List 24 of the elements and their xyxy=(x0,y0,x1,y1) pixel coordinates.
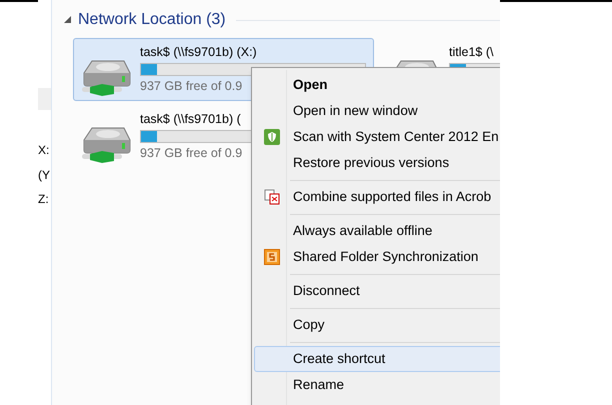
menu-item[interactable]: Copy xyxy=(254,312,500,338)
shield-icon xyxy=(264,129,280,145)
pdf-combine-icon xyxy=(264,189,280,205)
menu-item[interactable]: Scan with System Center 2012 En xyxy=(254,124,500,150)
menu-item[interactable]: Disconnect xyxy=(254,278,500,304)
menu-item[interactable]: Open in new window xyxy=(254,98,500,124)
drive-name: title1$ (\ xyxy=(449,44,494,61)
nav-item[interactable]: X: xyxy=(38,140,50,160)
group-header[interactable]: Network Location (3) xyxy=(78,8,226,32)
drive-name: task$ (\\fs9701b) ( xyxy=(140,111,241,128)
border-line xyxy=(0,0,38,2)
menu-item[interactable]: Create shortcut xyxy=(254,346,500,372)
menu-item[interactable]: Restore previous versions xyxy=(254,150,500,176)
collapse-icon[interactable] xyxy=(64,16,72,24)
nav-item[interactable]: (Y xyxy=(38,165,50,185)
sync-app-icon xyxy=(264,249,280,265)
menu-item[interactable]: Shared Folder Synchronization xyxy=(254,244,500,270)
free-space-text: 937 GB free of 0.9 xyxy=(140,145,242,162)
drive-name: task$ (\\fs9701b) (X:) xyxy=(140,44,257,61)
menu-item[interactable]: Combine supported files in Acrob xyxy=(254,184,500,210)
free-space-text: 937 GB free of 0.9 xyxy=(140,78,242,95)
nav-item[interactable]: Z: xyxy=(38,189,49,209)
menu-item[interactable]: Always available offline xyxy=(254,218,500,244)
menu-item[interactable]: Rename xyxy=(254,372,500,398)
